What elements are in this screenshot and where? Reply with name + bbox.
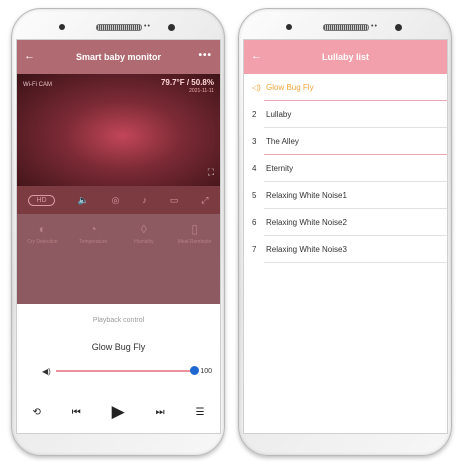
volume-icon: ◀) [42,366,51,376]
camera-logo: Wi-Fi CAM [23,82,52,88]
list-item[interactable]: 2 Lullaby [244,101,447,128]
list-item[interactable]: 3 The Alley [244,128,447,155]
phone-frame-right: •• ← Lullaby list ◁) Glow Bug Fly 2 Lull… [238,8,452,456]
feature-meal-reminder[interactable]: ▯ Meal Reminder [169,214,220,304]
playback-control-sheet: Playback control Glow Bug Fly ◀) 100 ⟲ ⏮… [17,310,220,433]
proximity-sensor-icon [168,24,175,31]
list-item[interactable]: 7 Relaxing White Noise3 [244,236,447,263]
water-drop-icon: ◊ [140,222,147,236]
repeat-icon[interactable]: ⟲ [32,407,40,418]
record-video-icon[interactable]: ▭ [170,195,179,206]
page-title: Smart baby monitor [75,52,161,62]
volume-value: 100 [200,367,212,375]
phone-frame-left: •• ← Smart baby monitor ••• Wi-Fi CAM 79… [11,8,225,456]
expand-icon[interactable]: ⤢ [201,195,208,206]
feature-temperature[interactable]: ◔ Temperature [68,214,119,304]
hd-toggle-button[interactable]: HD [28,194,55,206]
list-item[interactable]: 4 Eternity [244,155,447,182]
play-icon[interactable]: ▶ [112,402,125,422]
list-item[interactable]: 6 Relaxing White Noise2 [244,209,447,236]
monitor-screen: ← Smart baby monitor ••• Wi-Fi CAM 79.7°… [16,39,221,434]
playlist-icon[interactable]: ☰ [196,407,205,418]
playback-buttons: ⟲ ⏮ ▶ ⏭ ☰ [17,402,220,422]
playback-title: Playback control [92,317,145,324]
back-arrow-icon[interactable]: ← [251,50,262,62]
now-playing-speaker-icon: ◁) [252,83,261,92]
more-options-icon[interactable]: ••• [198,50,212,61]
feature-grid: ◐ Cry Detection ◔ Temperature ◊ Humidity… [17,214,220,304]
feature-cry-detection[interactable]: ◐ Cry Detection [17,214,68,304]
cry-detection-icon: ◐ [38,222,46,236]
list-item[interactable]: ◁) Glow Bug Fly [244,74,447,101]
speaker-mute-icon[interactable]: 🔈 [78,195,89,206]
list-item[interactable]: 5 Relaxing White Noise1 [244,182,447,209]
front-camera-icon [59,24,65,30]
bottle-icon: ▯ [191,222,198,236]
sensor-dots: •• [371,23,378,30]
title-bar: ← Lullaby list [244,40,447,74]
speaker-grille [96,24,142,31]
microphone-icon[interactable]: ♪ [142,195,147,205]
speaker-grille [323,24,369,31]
sensor-dots: •• [144,23,151,30]
next-track-icon[interactable]: ⏭ [156,407,165,418]
previous-track-icon[interactable]: ⏮ [72,407,81,418]
camera-control-bar: HD 🔈 ◎ ♪ ▭ ⤢ [17,186,220,214]
proximity-sensor-icon [395,24,402,31]
front-camera-icon [286,24,292,30]
snapshot-camera-icon[interactable]: ◎ [112,195,120,206]
page-title: Lullaby list [321,52,369,62]
back-arrow-icon[interactable]: ← [24,50,35,62]
current-song: Glow Bug Fly [91,342,146,352]
volume-slider[interactable] [56,366,200,375]
volume-control: ◀) 100 [42,365,212,377]
camera-timestamp: 2021-11-11 [189,88,214,94]
feature-humidity[interactable]: ◊ Humidity [119,214,170,304]
song-list: ◁) Glow Bug Fly 2 Lullaby 3 The Alley 4 … [244,74,447,263]
fullscreen-icon[interactable]: ⛶ [208,167,214,178]
lullaby-screen: ← Lullaby list ◁) Glow Bug Fly 2 Lullaby… [243,39,448,434]
temperature-readout: 79.7°F / 50.8% [160,78,214,87]
volume-slider-knob[interactable] [190,366,200,375]
volume-slider-fill [56,370,195,372]
thermometer-icon: ◔ [89,222,97,236]
camera-view[interactable]: Wi-Fi CAM 79.7°F / 50.8% 2021-11-11 ⛶ [17,74,220,186]
title-bar: ← Smart baby monitor ••• [17,40,220,74]
